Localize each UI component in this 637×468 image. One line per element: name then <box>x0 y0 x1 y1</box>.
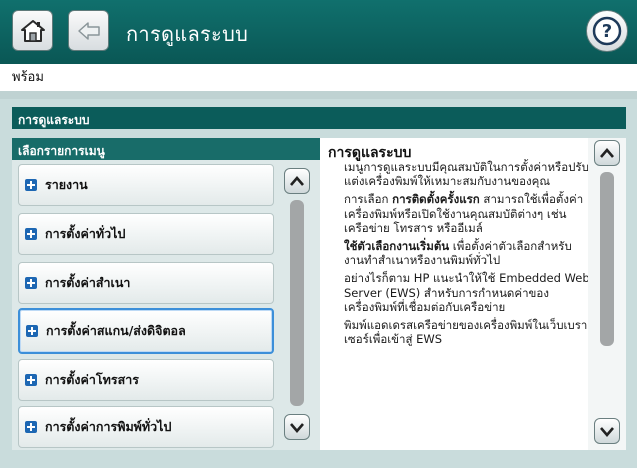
expand-plus-icon <box>25 374 37 386</box>
content-area: การดูแลระบบ เลือกรายการเมนู รายงาน การตั… <box>0 99 637 468</box>
description-paragraph: การเลือก การติดตั้งครั้งแรก สามารถใช้เพื… <box>344 192 584 235</box>
help-question-icon: ? <box>592 16 622 46</box>
menu-list-header: เลือกรายการเมนู <box>12 138 320 160</box>
menu-scrollbar[interactable] <box>282 164 312 446</box>
expand-plus-icon <box>25 277 37 289</box>
menu-item-label: การตั้งค่าการพิมพ์ทั่วไป <box>45 419 172 434</box>
menu-item-print-settings[interactable]: การตั้งค่าการพิมพ์ทั่วไป <box>18 406 274 448</box>
description-pane: การดูแลระบบ เมนูการดูแลระบบมีคุณสมบัติใน… <box>320 138 626 450</box>
expand-plus-icon <box>25 179 37 191</box>
home-button[interactable] <box>12 10 53 51</box>
status-divider <box>0 91 637 99</box>
menu-list: รายงาน การตั้งค่าทั่วไป การตั้งค่าสำเนา … <box>12 160 320 450</box>
chevron-up-icon <box>600 148 614 158</box>
help-button[interactable]: ? <box>586 10 628 52</box>
chevron-up-icon <box>290 176 304 186</box>
menu-item-label: รายงาน <box>45 177 88 192</box>
description-paragraph: ใช้ตัวเลือกงานเริ่มต้น เพื่อตั้งค่าตัวเล… <box>344 239 572 268</box>
expand-plus-icon <box>26 325 38 337</box>
title-bar: การดูแลระบบ ? <box>0 0 637 64</box>
home-icon <box>20 19 45 42</box>
menu-scroll-thumb[interactable] <box>290 200 304 406</box>
menu-item-copy-settings[interactable]: การตั้งค่าสำเนา <box>18 262 274 304</box>
expand-plus-icon <box>25 228 37 240</box>
back-button[interactable] <box>68 10 109 51</box>
menu-item-scan-digital-send-settings[interactable]: การตั้งค่าสแกน/ส่งดิจิตอล <box>18 308 274 354</box>
description-scroll-thumb[interactable] <box>600 172 614 346</box>
menu-scroll-down-button[interactable] <box>284 414 310 440</box>
svg-text:?: ? <box>602 21 612 42</box>
expand-plus-icon <box>25 421 37 433</box>
description-paragraph: เมนูการดูแลระบบมีคุณสมบัติในการตั้งค่าหร… <box>344 160 589 189</box>
chevron-down-icon <box>290 423 304 433</box>
description-scroll-down-button[interactable] <box>594 418 620 444</box>
menu-item-label: การตั้งค่าสำเนา <box>45 275 131 290</box>
menu-scroll-up-button[interactable] <box>284 168 310 194</box>
page-title: การดูแลระบบ <box>126 22 249 46</box>
chevron-down-icon <box>600 427 614 437</box>
status-text: พร้อม <box>12 70 44 85</box>
description-scroll-up-button[interactable] <box>594 140 620 166</box>
menu-item-label: การตั้งค่าโทรสาร <box>45 372 139 387</box>
description-body: เมนูการดูแลระบบมีคุณสมบัติในการตั้งค่าหร… <box>344 160 590 350</box>
description-paragraph: อย่างไรก็ตาม HP แนะนำให้ใช้ Embedded Web… <box>344 271 590 314</box>
panel-title: การดูแลระบบ <box>12 107 626 129</box>
description-scrollbar[interactable] <box>588 138 626 450</box>
menu-item-reports[interactable]: รายงาน <box>18 164 274 206</box>
description-paragraph: พิมพ์แอดเดรสเครือข่ายของเครื่องพิมพ์ในเว… <box>344 318 588 347</box>
back-arrow-icon <box>77 21 100 40</box>
menu-item-label: การตั้งค่าสแกน/ส่งดิจิตอล <box>46 323 186 338</box>
description-footer-strip <box>344 434 584 450</box>
menu-item-general-settings[interactable]: การตั้งค่าทั่วไป <box>18 213 274 255</box>
menu-item-label: การตั้งค่าทั่วไป <box>45 226 126 241</box>
menu-item-fax-settings[interactable]: การตั้งค่าโทรสาร <box>18 359 274 401</box>
